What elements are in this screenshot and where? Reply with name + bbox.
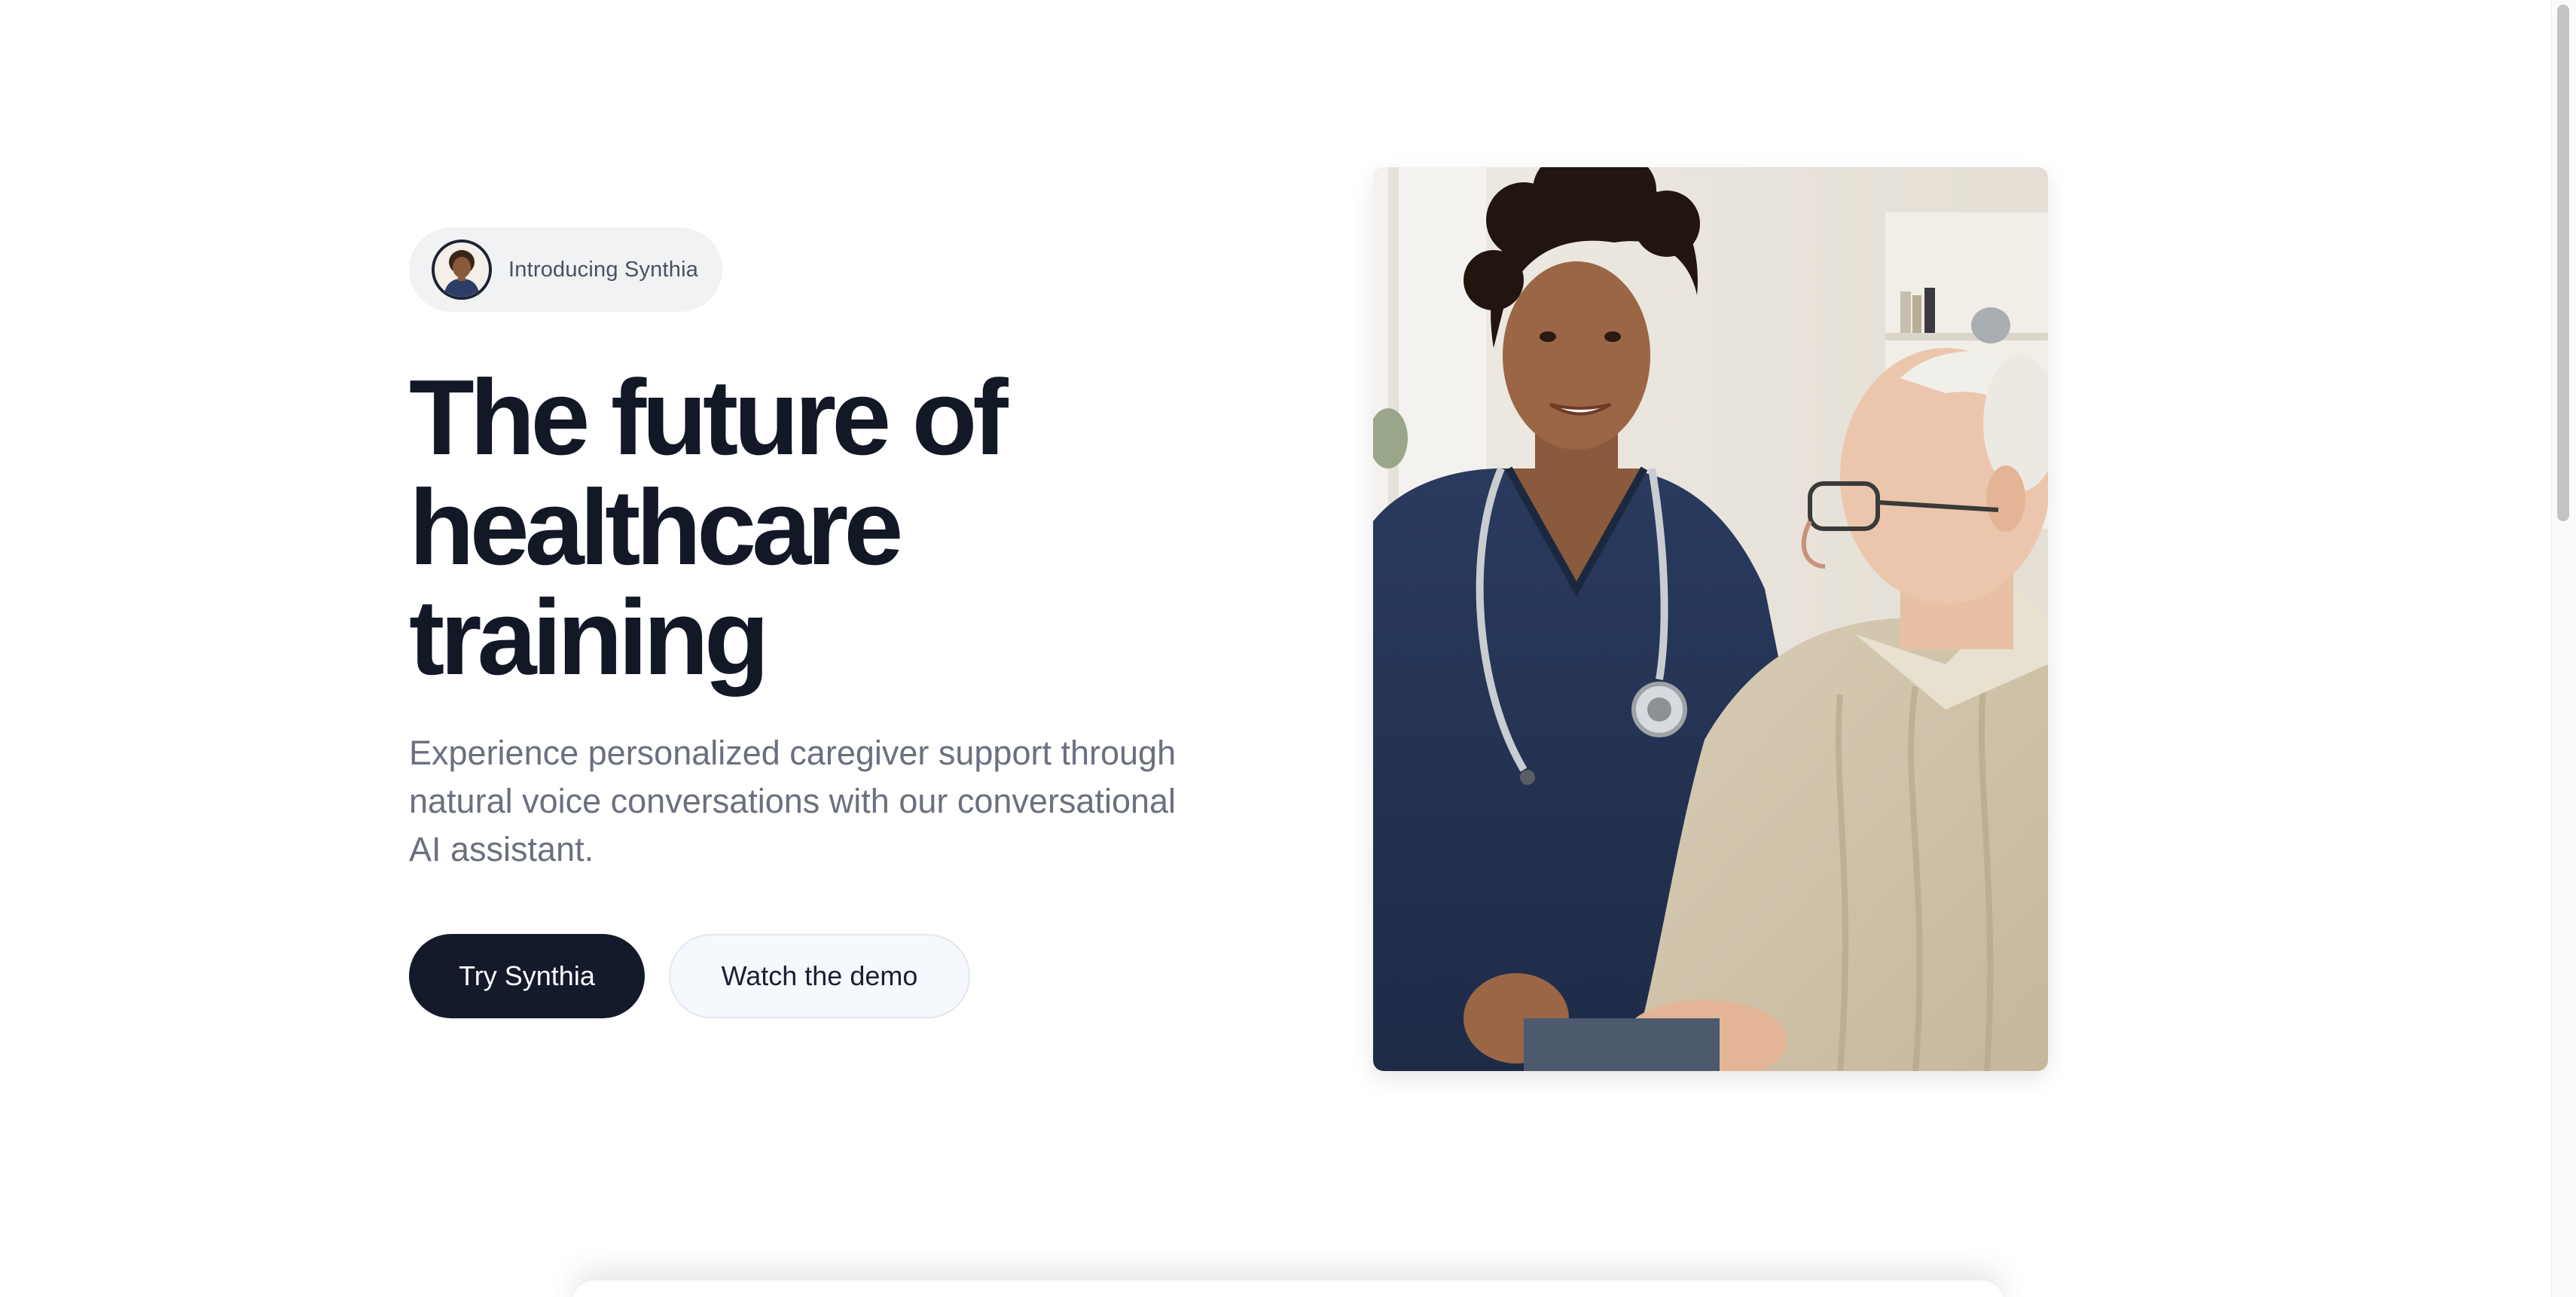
hero-subhead: Experience personalized caregiver suppor… [409, 734, 1177, 868]
hero-headline: The future of healthcare training [409, 363, 1222, 693]
next-section-card [572, 1280, 2004, 1297]
headline-line-3: training [409, 578, 770, 697]
avatar-illustration [435, 243, 489, 297]
intro-label: Introducing Synthia [508, 257, 699, 282]
hero-photo [1373, 167, 2048, 1071]
try-synthia-button[interactable]: Try Synthia [409, 934, 645, 1018]
headline-line-1: The future of [409, 358, 1009, 478]
synthia-avatar-icon [432, 240, 492, 300]
intro-badge[interactable]: Introducing Synthia [409, 227, 723, 312]
cta-row: Try Synthia Watch the demo [409, 934, 1222, 1018]
scrollbar-thumb[interactable] [2557, 5, 2569, 521]
watch-demo-button[interactable]: Watch the demo [669, 934, 970, 1018]
caregiver-photo-illustration [1373, 167, 2048, 1071]
hero-section: Introducing Synthia The future of health… [409, 227, 1222, 1018]
page-scrollbar[interactable] [2551, 0, 2576, 1297]
headline-line-2: healthcare [409, 468, 903, 587]
landing-page: Introducing Synthia The future of health… [0, 0, 2576, 1297]
